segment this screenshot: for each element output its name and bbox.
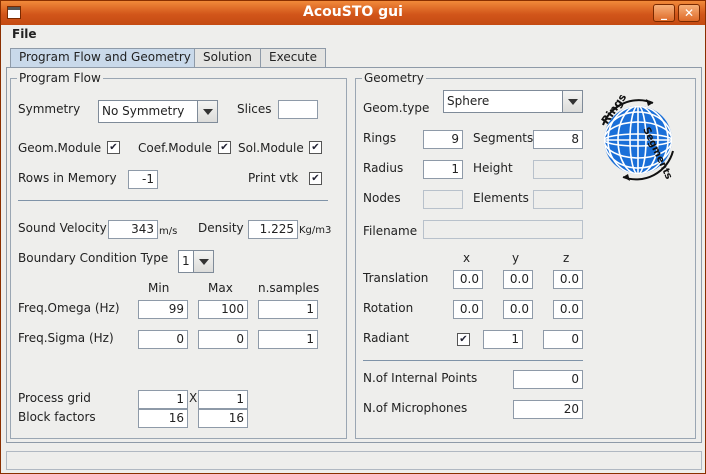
rotation-z-input[interactable]: 0.0 bbox=[553, 300, 583, 319]
freq-sigma-label: Freq.Sigma (Hz) bbox=[18, 331, 114, 345]
menu-bar: File bbox=[2, 25, 704, 45]
app-window: AcouSTO gui _ ✕ File Program Flow and Ge… bbox=[0, 0, 706, 474]
status-bar bbox=[6, 451, 702, 470]
bc-type-label: Boundary Condition Type bbox=[18, 251, 169, 265]
col-x-header: x bbox=[463, 251, 471, 265]
tab-program-flow-geometry[interactable]: Program Flow and Geometry bbox=[10, 48, 200, 68]
chevron-down-icon[interactable] bbox=[193, 251, 213, 272]
sol-module-label: Sol.Module bbox=[238, 141, 304, 155]
tab-solution[interactable]: Solution bbox=[194, 48, 261, 67]
program-flow-legend: Program Flow bbox=[17, 71, 103, 85]
filename-input[interactable] bbox=[423, 220, 583, 239]
geometry-separator bbox=[363, 360, 583, 361]
rings-label: Rings bbox=[363, 131, 397, 145]
freq-omega-label: Freq.Omega (Hz) bbox=[18, 301, 120, 315]
minimize-button[interactable]: _ bbox=[653, 4, 675, 22]
rows-in-memory-input[interactable]: -1 bbox=[128, 170, 158, 189]
translation-label: Translation bbox=[363, 271, 429, 285]
freq-omega-nsamples-input[interactable]: 1 bbox=[258, 300, 318, 319]
radiant-checkbox[interactable]: ✔ bbox=[457, 333, 470, 346]
bc-type-select[interactable]: 1 bbox=[178, 250, 214, 273]
translation-x-input[interactable]: 0.0 bbox=[453, 270, 483, 289]
nodes-input[interactable] bbox=[423, 190, 463, 209]
process-grid-rows-input[interactable]: 1 bbox=[138, 390, 188, 409]
internal-points-label: N.of Internal Points bbox=[363, 371, 478, 385]
chevron-down-icon[interactable] bbox=[562, 91, 582, 112]
translation-z-input[interactable]: 0.0 bbox=[553, 270, 583, 289]
density-input[interactable]: 1.225 bbox=[248, 220, 298, 239]
tab-execute[interactable]: Execute bbox=[260, 48, 326, 67]
block-factors-cols-input[interactable]: 16 bbox=[198, 409, 248, 428]
rings-input[interactable]: 9 bbox=[423, 130, 463, 149]
geom-type-value: Sphere bbox=[447, 94, 490, 108]
block-factors-label: Block factors bbox=[18, 410, 96, 424]
height-label: Height bbox=[473, 161, 513, 175]
radiant-z-input[interactable]: 0 bbox=[543, 330, 583, 349]
coef-module-label: Coef.Module bbox=[138, 141, 212, 155]
chevron-down-icon[interactable] bbox=[197, 101, 217, 122]
elements-label: Elements bbox=[473, 191, 529, 205]
freq-omega-max-input[interactable]: 100 bbox=[198, 300, 248, 319]
process-grid-cols-input[interactable]: 1 bbox=[198, 390, 248, 409]
freq-sigma-max-input[interactable]: 0 bbox=[198, 330, 248, 349]
freq-sigma-nsamples-input[interactable]: 1 bbox=[258, 330, 318, 349]
menu-file[interactable]: File bbox=[12, 27, 37, 41]
program-flow-separator bbox=[18, 200, 328, 201]
segments-label: Segments bbox=[473, 131, 534, 145]
rotation-label: Rotation bbox=[363, 301, 414, 315]
rows-in-memory-label: Rows in Memory bbox=[18, 171, 117, 185]
process-grid-label: Process grid bbox=[18, 391, 91, 405]
print-vtk-label: Print vtk bbox=[248, 171, 299, 185]
rotation-x-input[interactable]: 0.0 bbox=[453, 300, 483, 319]
bc-type-value: 1 bbox=[182, 254, 190, 268]
rotation-y-input[interactable]: 0.0 bbox=[503, 300, 533, 319]
slices-input[interactable] bbox=[278, 100, 318, 119]
sound-velocity-unit: m/s bbox=[159, 226, 178, 237]
height-input[interactable] bbox=[533, 160, 583, 179]
internal-points-input[interactable]: 0 bbox=[513, 370, 583, 389]
radius-input[interactable]: 1 bbox=[423, 160, 463, 179]
col-nsamples-header: n.samples bbox=[258, 281, 320, 295]
elements-input[interactable] bbox=[533, 190, 583, 209]
col-z-header: z bbox=[563, 251, 570, 265]
segments-input[interactable]: 8 bbox=[533, 130, 583, 149]
symmetry-label: Symmetry bbox=[18, 102, 81, 116]
geom-module-label: Geom.Module bbox=[18, 141, 102, 155]
process-grid-x-label: X bbox=[189, 391, 198, 405]
title-bar[interactable]: AcouSTO gui _ ✕ bbox=[1, 1, 705, 25]
radiant-label: Radiant bbox=[363, 331, 410, 345]
filename-label: Filename bbox=[363, 224, 418, 238]
sound-velocity-label: Sound Velocity bbox=[18, 221, 107, 235]
freq-omega-min-input[interactable]: 99 bbox=[138, 300, 188, 319]
radiant-y-input[interactable]: 1 bbox=[483, 330, 523, 349]
radius-label: Radius bbox=[363, 161, 404, 175]
block-factors-rows-input[interactable]: 16 bbox=[138, 409, 188, 428]
microphones-label: N.of Microphones bbox=[363, 401, 468, 415]
col-y-header: y bbox=[512, 251, 520, 265]
nodes-label: Nodes bbox=[363, 191, 401, 205]
sound-velocity-input[interactable]: 343 bbox=[108, 220, 158, 239]
geometry-legend: Geometry bbox=[362, 71, 426, 85]
coef-module-checkbox[interactable]: ✔ bbox=[218, 141, 231, 154]
density-label: Density bbox=[198, 221, 244, 235]
close-button[interactable]: ✕ bbox=[678, 4, 700, 22]
sol-module-checkbox[interactable]: ✔ bbox=[309, 141, 322, 154]
geom-type-select[interactable]: Sphere bbox=[443, 90, 583, 113]
slices-label: Slices bbox=[237, 102, 272, 116]
symmetry-value: No Symmetry bbox=[102, 104, 185, 118]
density-unit: Kg/m3 bbox=[299, 225, 332, 236]
symmetry-select[interactable]: No Symmetry bbox=[98, 100, 218, 123]
microphones-input[interactable]: 20 bbox=[513, 400, 583, 419]
col-max-header: Max bbox=[208, 281, 233, 295]
freq-sigma-min-input[interactable]: 0 bbox=[138, 330, 188, 349]
geom-type-label: Geom.type bbox=[363, 101, 430, 115]
geom-module-checkbox[interactable]: ✔ bbox=[107, 141, 120, 154]
sphere-logo-icon: Rings Segments bbox=[593, 91, 683, 185]
window-title: AcouSTO gui bbox=[303, 4, 403, 20]
translation-y-input[interactable]: 0.0 bbox=[503, 270, 533, 289]
print-vtk-checkbox[interactable]: ✔ bbox=[309, 172, 322, 185]
col-min-header: Min bbox=[148, 281, 170, 295]
